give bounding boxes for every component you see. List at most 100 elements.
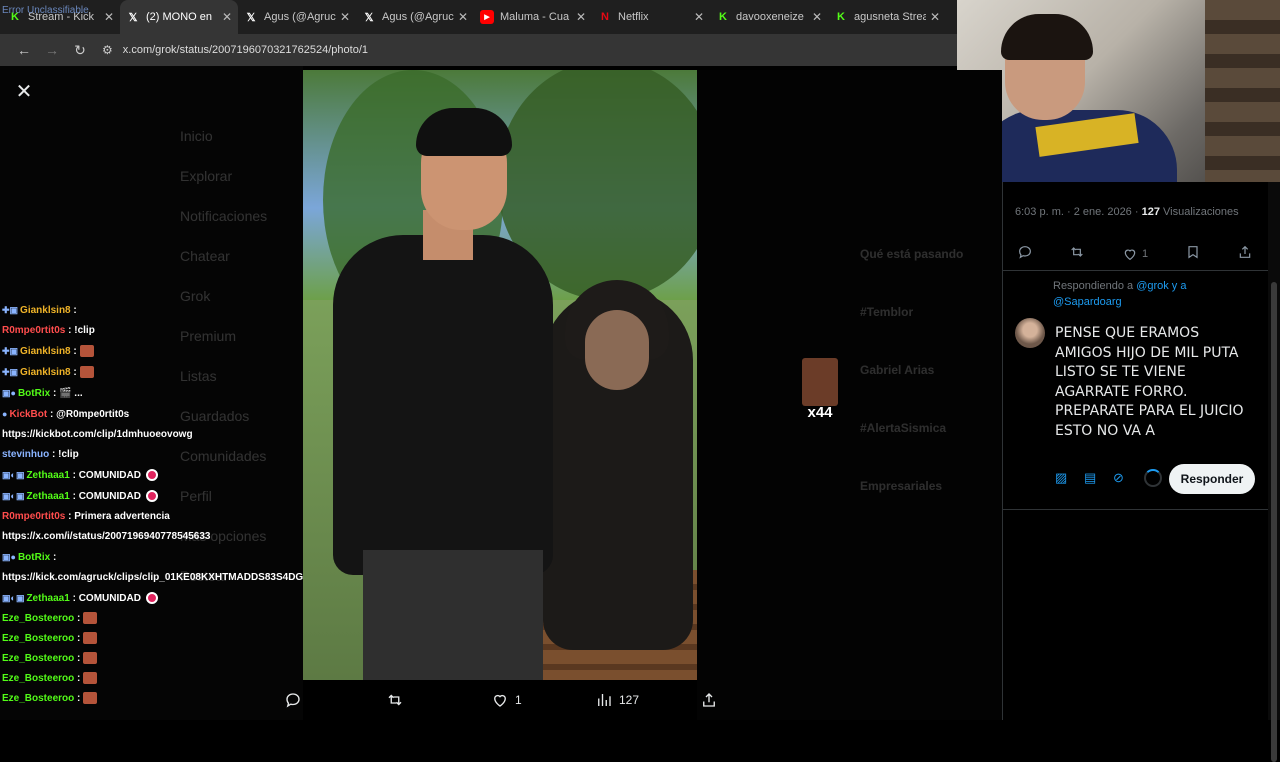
tweet-detail-panel: 6:03 p. m. · 2 ene. 2026 · 127 Visualiza… xyxy=(1002,182,1269,720)
views-action[interactable]: 127 xyxy=(595,691,639,709)
close-tab-icon[interactable]: ✕ xyxy=(930,10,940,24)
chat-message: Eze_Bosteeroo : xyxy=(2,689,212,709)
close-tab-icon[interactable]: ✕ xyxy=(576,10,586,24)
chat-username[interactable]: Eze_Bosteeroo xyxy=(2,633,74,644)
tweet-actions: 1 xyxy=(1017,244,1253,263)
chat-message: ✚▣ Gianklsin8 : xyxy=(2,362,212,383)
chat-separator: : xyxy=(65,325,75,336)
chat-text: https://kick.com/agruck/clips/clip_01KE0… xyxy=(2,572,338,583)
nav-item: Inicio xyxy=(180,128,213,144)
browser-tab[interactable]: N Netflix ✕ xyxy=(592,0,710,34)
tweet-time: 6:03 p. m. · 2 ene. 2026 · xyxy=(1015,206,1139,218)
close-tab-icon[interactable]: ✕ xyxy=(104,10,114,24)
chat-text: COMUNIDAD xyxy=(78,593,141,604)
url-field[interactable]: ⚙ x.com/grok/status/2007196070321762524/… xyxy=(102,43,368,57)
chat-username[interactable]: stevinhuo xyxy=(2,449,49,460)
close-tab-icon[interactable]: ✕ xyxy=(694,10,704,24)
reply-action[interactable] xyxy=(284,691,302,709)
chat-username[interactable]: KickBot xyxy=(9,409,47,420)
scrollbar[interactable] xyxy=(1268,182,1280,762)
chat-separator: : xyxy=(74,693,84,704)
tab-label: Agus (@Agruc xyxy=(382,11,454,23)
chat-message: ▣◐▣ Zethaaa1 : COMUNIDAD xyxy=(2,588,212,609)
chat-text: COMUNIDAD xyxy=(78,491,141,502)
replying-prefix: Respondiendo a xyxy=(1053,280,1134,292)
close-tab-icon[interactable]: ✕ xyxy=(340,10,350,24)
browser-tab[interactable]: 𝕏 (2) MONO en ✕ xyxy=(120,0,238,34)
reply-submit-button[interactable]: Responder xyxy=(1169,464,1255,494)
chat-message: https://kickbot.com/clip/1dmhuoeovowg xyxy=(2,425,212,445)
chat-message: ✚▣ Gianklsin8 : xyxy=(2,300,212,321)
reply-textarea[interactable]: PENSE QUE ERAMOS AMIGOS HIJO DE MIL PUTA… xyxy=(1055,324,1260,441)
chat-username[interactable]: Zethaaa1 xyxy=(26,593,69,604)
chat-emote-overlay: x44 xyxy=(802,358,838,421)
grok-icon[interactable]: ⊘ xyxy=(1113,470,1142,486)
chat-emote-icon xyxy=(145,469,158,482)
chat-username[interactable]: Eze_Bosteeroo xyxy=(2,693,74,704)
chat-username[interactable]: Zethaaa1 xyxy=(26,491,69,502)
browser-tab[interactable]: 𝕏 Agus (@Agruc ✕ xyxy=(238,0,356,34)
chat-message: Eze_Bosteeroo : xyxy=(2,649,212,669)
netflix-icon: N xyxy=(601,11,609,23)
chat-username[interactable]: BotRix xyxy=(18,552,50,563)
kick-icon: K xyxy=(719,11,727,23)
reload-icon[interactable]: ↻ xyxy=(66,42,94,59)
browser-tab[interactable]: K Stream - Kick ✕ Error Unclassifiable xyxy=(2,0,120,34)
chat-text: 🎬 ... xyxy=(59,388,83,399)
chat-username[interactable]: R0mpe0rtit0s xyxy=(2,511,65,522)
tab-overlay-text: Error Unclassifiable xyxy=(2,5,89,16)
chat-separator: : xyxy=(74,653,84,664)
back-icon[interactable]: ← xyxy=(10,42,38,58)
chat-username[interactable]: Eze_Bosteeroo xyxy=(2,673,74,684)
chat-text: https://kickbot.com/clip/1dmhuoeovowg xyxy=(2,429,193,440)
chat-text: @R0mpe0rtit0s xyxy=(56,409,130,420)
trend-item: #AlertaSismica xyxy=(860,421,947,435)
forward-icon[interactable]: → xyxy=(38,42,66,58)
chat-emote-icon xyxy=(145,592,158,605)
like-action[interactable]: 1 xyxy=(491,691,522,709)
chat-username[interactable]: BotRix xyxy=(18,388,50,399)
chat-username[interactable]: Eze_Bosteeroo xyxy=(2,613,74,624)
tweet-photo xyxy=(303,70,697,680)
chat-separator: : xyxy=(50,552,57,563)
repost-action[interactable] xyxy=(386,691,404,709)
chat-message: ▣● BotRix : xyxy=(2,547,212,568)
chat-text: !clip xyxy=(74,325,95,336)
reply-button[interactable] xyxy=(1017,244,1033,263)
avatar[interactable] xyxy=(1015,318,1045,348)
browser-tab[interactable]: Kdavooxeneize ✕ xyxy=(710,0,828,34)
browser-tab[interactable]: ▶ Maluma - Cua ✕ xyxy=(474,0,592,34)
bookmark-button[interactable] xyxy=(1185,244,1201,263)
tweet-views-label: Visualizaciones xyxy=(1163,206,1239,218)
share-icon xyxy=(703,693,715,707)
chat-separator: : xyxy=(47,409,57,420)
close-tab-icon[interactable]: ✕ xyxy=(458,10,468,24)
chat-separator: : xyxy=(49,449,59,460)
gif-icon[interactable]: ▤ xyxy=(1084,470,1113,486)
chat-username[interactable]: Gianklsin8 xyxy=(20,346,71,357)
like-button[interactable]: 1 xyxy=(1122,246,1148,262)
kick-icon: K xyxy=(837,11,845,23)
close-icon[interactable]: ✕ xyxy=(14,82,34,102)
close-tab-icon[interactable]: ✕ xyxy=(222,10,232,24)
chat-username[interactable]: Gianklsin8 xyxy=(20,367,71,378)
scrollbar-thumb[interactable] xyxy=(1271,282,1277,762)
tab-label: Netflix xyxy=(618,11,649,23)
image-icon[interactable]: ▨ xyxy=(1055,470,1084,486)
divider xyxy=(1003,509,1269,510)
chat-emote-icon xyxy=(83,692,98,705)
chat-username[interactable]: Eze_Bosteeroo xyxy=(2,653,74,664)
chat-username[interactable]: Gianklsin8 xyxy=(20,305,71,316)
browser-tab[interactable]: 𝕏 Agus (@Agruc ✕ xyxy=(356,0,474,34)
chat-username[interactable]: Zethaaa1 xyxy=(26,470,69,481)
url-text: x.com/grok/status/2007196070321762524/ph… xyxy=(122,44,369,56)
share-button[interactable] xyxy=(1237,244,1253,263)
share-action[interactable] xyxy=(700,691,718,709)
repost-button[interactable] xyxy=(1069,244,1085,263)
chat-username[interactable]: R0mpe0rtit0s xyxy=(2,325,65,336)
nav-item: Notificaciones xyxy=(180,208,268,224)
browser-tab[interactable]: Kagusneta Strea ✕ xyxy=(828,0,946,34)
x-icon: 𝕏 xyxy=(364,11,374,24)
site-settings-icon[interactable]: ⚙ xyxy=(102,43,113,57)
close-tab-icon[interactable]: ✕ xyxy=(812,10,822,24)
